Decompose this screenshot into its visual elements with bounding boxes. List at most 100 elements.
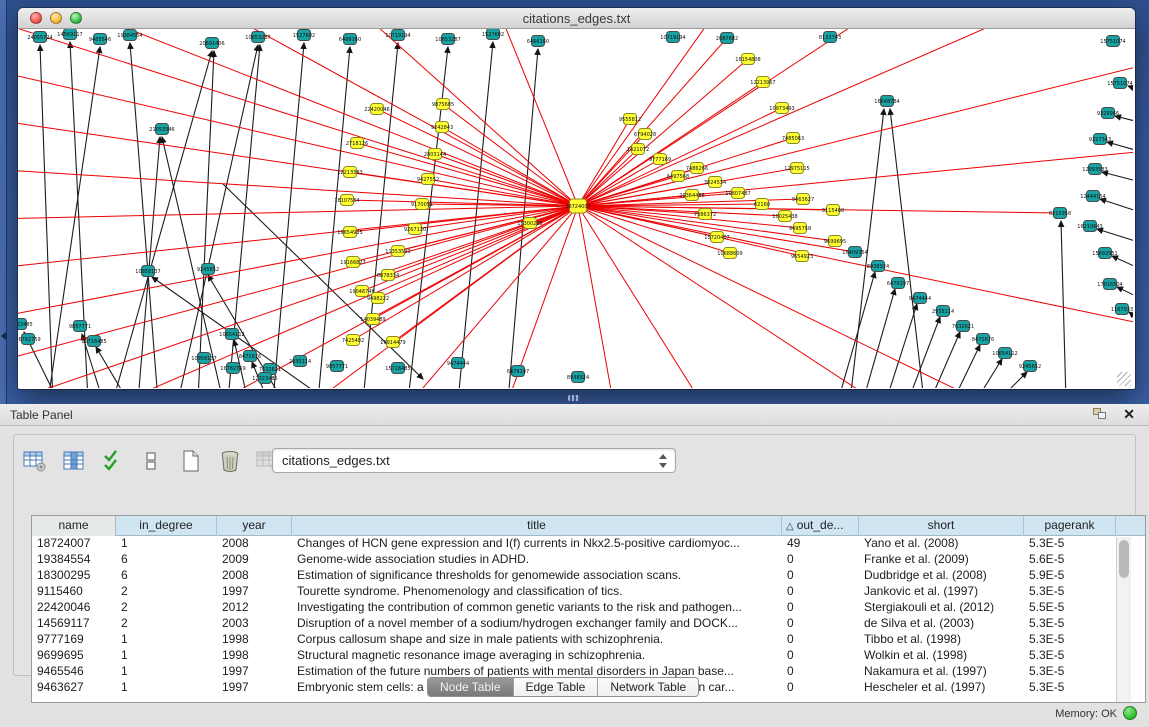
close-icon[interactable]: ✕ <box>1123 406 1135 423</box>
graph-node[interactable]: 10653287 <box>245 32 270 43</box>
graph-node[interactable]: 16409354 <box>842 247 867 258</box>
graph-node[interactable]: 2718126 <box>346 138 368 149</box>
tab-edge-table[interactable]: Edge Table <box>514 678 599 697</box>
graph-node[interactable]: 1421072 <box>627 144 649 155</box>
graph-node[interactable]: 9875685 <box>432 99 454 110</box>
graph-node[interactable]: 20691406 <box>199 38 224 49</box>
graph-node[interactable]: 9115460 <box>822 205 844 216</box>
graph-node[interactable]: 12975115 <box>784 163 809 174</box>
graph-node[interactable]: 10958137 <box>135 266 160 277</box>
graph-node[interactable]: 8133743 <box>819 32 841 43</box>
delete-icon[interactable] <box>215 446 245 476</box>
graph-node[interactable]: 2087682 <box>716 33 738 44</box>
table-row[interactable]: 1830029562008Estimation of significance … <box>32 568 1145 584</box>
graph-node[interactable]: 6794028 <box>634 129 656 140</box>
graph-node[interactable]: 9465546 <box>89 34 111 45</box>
float-window-icon[interactable] <box>1093 408 1107 421</box>
table-mode-icon[interactable] <box>20 446 50 476</box>
graph-node[interactable]: 10958137 <box>191 353 216 364</box>
graph-node[interactable]: 6479197 <box>887 278 909 289</box>
tab-network-table[interactable]: Network Table <box>598 678 698 697</box>
table-row[interactable]: 969969511998Structural magnetic resonanc… <box>32 648 1145 664</box>
column-header-short[interactable]: short <box>859 516 1024 536</box>
graph-node[interactable]: 9857771 <box>326 361 348 372</box>
graph-node[interactable]: 1527602 <box>293 30 315 41</box>
column-header-out-degree[interactable]: △out_de... <box>782 516 859 536</box>
graph-node[interactable]: 9329966 <box>1097 108 1119 119</box>
graph-node[interactable]: 7425402 <box>342 335 364 346</box>
graph-node[interactable]: 7486266 <box>686 163 708 174</box>
window-resize-grip[interactable] <box>1117 372 1131 386</box>
graph-node[interactable]: 11353593 <box>385 246 410 257</box>
graph-node[interactable]: 7485063 <box>782 133 804 144</box>
new-document-icon[interactable] <box>176 446 206 476</box>
graph-node[interactable]: 10025438 <box>772 211 797 222</box>
graph-node[interactable]: 9463627 <box>792 194 814 205</box>
column-header-name[interactable]: name <box>32 516 116 536</box>
vertical-scrollbar[interactable] <box>1116 537 1131 702</box>
graph-node[interactable]: 10653287 <box>435 34 460 45</box>
show-columns-icon[interactable] <box>59 446 89 476</box>
graph-node[interactable]: 16914479 <box>380 337 405 348</box>
column-header-in-degree[interactable]: in_degree <box>116 516 217 536</box>
collapse-panel-arrow-icon[interactable] <box>1 332 6 340</box>
graph-node[interactable]: 14569117 <box>57 29 82 40</box>
graph-node[interactable]: 2935114 <box>932 306 954 317</box>
graph-node[interactable]: 15716485 <box>385 363 410 374</box>
graph-node[interactable]: 9242843 <box>431 122 453 133</box>
graph-node[interactable]: 20364486 <box>679 190 704 201</box>
graph-node[interactable]: 8878334 <box>377 270 399 281</box>
graph-node[interactable]: 9227343 <box>1089 134 1111 145</box>
graph-node[interactable]: 8471676 <box>972 334 994 345</box>
graph-node[interactable]: 9474444 <box>447 358 469 369</box>
graph-node[interactable]: 10654112 <box>992 348 1017 359</box>
rows-icon[interactable] <box>137 446 167 476</box>
table-row[interactable]: 1456911722003Disruption of a novel membe… <box>32 616 1145 632</box>
column-header-year[interactable]: year <box>217 516 292 536</box>
graph-node[interactable]: 8215958 <box>1049 208 1071 219</box>
graph-node[interactable]: 9857771 <box>69 321 91 332</box>
graph-node[interactable]: 1527602 <box>482 29 504 40</box>
graph-node[interactable]: 9555812 <box>619 114 641 125</box>
graph-node[interactable]: 10719194 <box>660 32 685 43</box>
column-header-pagerank[interactable]: pagerank <box>1024 516 1116 536</box>
graph-node[interactable]: 19654925 <box>337 227 362 238</box>
graph-node[interactable]: 7632621 <box>952 321 974 332</box>
graph-node[interactable]: 6466160 <box>527 36 549 47</box>
graph-node[interactable]: 9654923 <box>791 251 813 262</box>
graph-node[interactable]: 9245652 <box>1019 361 1041 372</box>
network-view[interactable]: 1872400718300295224200462718126122133831… <box>18 29 1133 388</box>
graph-node[interactable]: 18107554 <box>334 195 359 206</box>
table-row[interactable]: 2242004622012Investigating the contribut… <box>32 600 1145 616</box>
graph-node[interactable]: 8938924 <box>567 372 589 383</box>
select-all-icon[interactable] <box>98 446 128 476</box>
graph-node[interactable]: 12213383 <box>337 167 362 178</box>
graph-node[interactable]: 6466160 <box>339 34 361 45</box>
graph-node[interactable]: 21053346 <box>149 124 174 135</box>
table-row[interactable]: 911546021997Tourette syndrome. Phenomeno… <box>32 584 1145 600</box>
table-row[interactable]: 977716911998Corpus callosum shape and si… <box>32 632 1145 648</box>
panel-divider-handle[interactable] <box>568 395 580 401</box>
graph-node[interactable]: 18724007 <box>565 199 590 213</box>
graph-node[interactable]: 9245652 <box>197 264 219 275</box>
column-header-title[interactable]: title <box>292 516 782 536</box>
graph-node[interactable]: 19384554 <box>117 30 142 41</box>
graph-node[interactable]: 15751074 <box>1100 36 1125 47</box>
graph-node[interactable]: 16782759 <box>18 334 41 345</box>
tab-node-table[interactable]: Node Table <box>428 678 514 697</box>
table-row[interactable]: 1938455462009Genome-wide association stu… <box>32 552 1145 568</box>
graph-node[interactable]: 3824534 <box>704 177 726 188</box>
graph-node[interactable]: 62160 <box>754 199 770 210</box>
graph-node[interactable]: 12323485 <box>18 319 33 330</box>
graph-node[interactable]: 9699695 <box>824 236 846 247</box>
scrollbar-thumb[interactable] <box>1119 540 1129 578</box>
graph-node[interactable]: 16782759 <box>220 363 245 374</box>
graph-node[interactable]: 16154808 <box>735 54 760 65</box>
table-row[interactable]: 1872400712008Changes of HCN gene express… <box>32 536 1145 552</box>
table-select-combobox[interactable]: citations_edges.txt <box>272 448 676 473</box>
graph-node[interactable]: 16648784 <box>874 96 899 107</box>
graph-node[interactable]: 10807487 <box>725 188 750 199</box>
window-titlebar[interactable]: citations_edges.txt <box>18 8 1135 29</box>
graph-node[interactable]: 10719194 <box>385 30 410 41</box>
graph-node[interactable]: 9495758 <box>789 223 811 234</box>
